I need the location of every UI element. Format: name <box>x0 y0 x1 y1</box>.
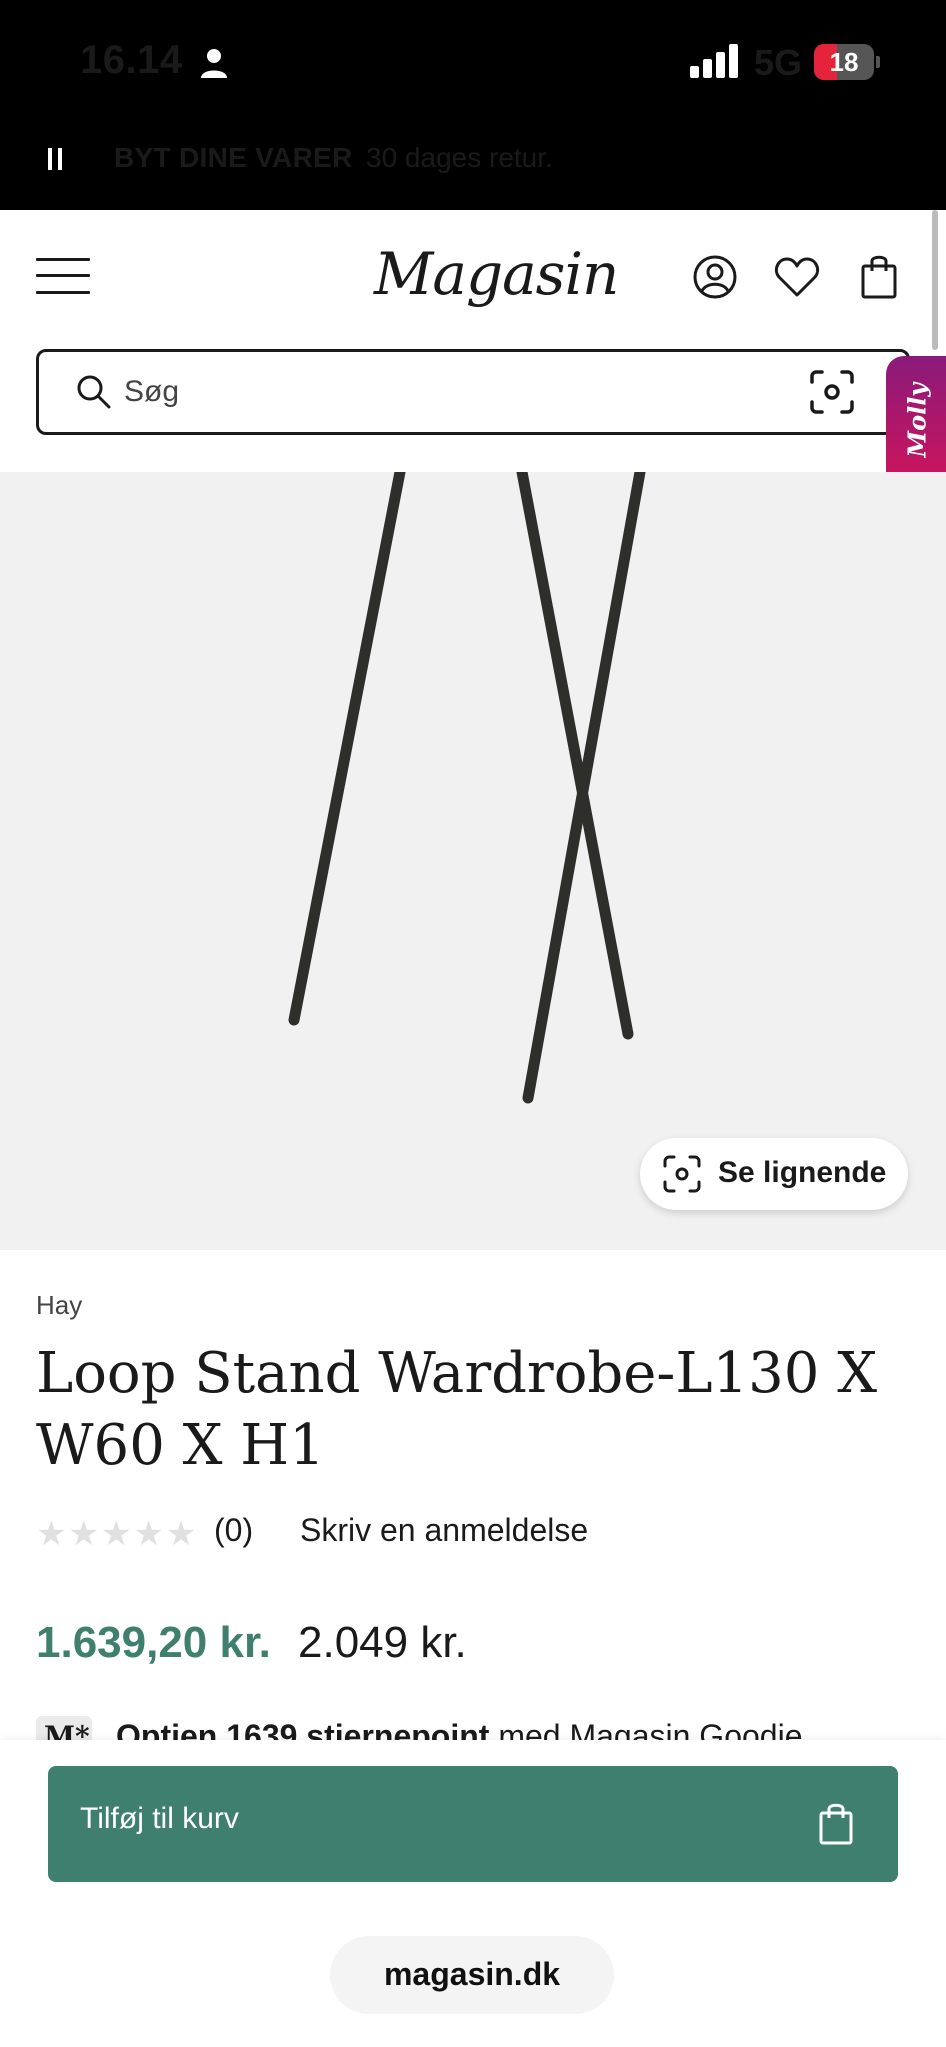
promo-title[interactable]: BYT DINE VARER <box>114 142 353 174</box>
loyalty-points-row: M* Optjen 1639 stjernepoint med Magasin … <box>0 1716 946 1740</box>
menu-icon[interactable] <box>36 256 90 296</box>
rating-stars[interactable]: ★★★★★ <box>36 1514 198 1554</box>
battery-percent: 18 <box>829 47 859 77</box>
product-brand[interactable]: Hay <box>36 1290 82 1321</box>
battery-icon: 18 <box>814 44 880 80</box>
pause-icon[interactable] <box>48 148 62 170</box>
search-input[interactable] <box>122 372 762 412</box>
add-to-cart-label[interactable]: Tilføj til kurv <box>80 1802 239 1836</box>
product-photo <box>288 472 646 1104</box>
promo-subtitle: 30 dages retur. <box>366 142 553 173</box>
search-icon[interactable] <box>76 374 112 410</box>
camera-search-icon[interactable] <box>808 368 856 416</box>
write-review-link[interactable]: Skriv en anmeldelse <box>300 1512 588 1549</box>
site-logo[interactable]: Magasin <box>374 240 619 308</box>
loyalty-points-text: Optjen 1639 stjernepoint med Magasin Goo… <box>116 1718 802 1740</box>
network-type: 5G <box>754 42 803 83</box>
heart-icon[interactable] <box>774 256 820 298</box>
address-bar-url[interactable]: magasin.dk <box>330 1956 614 1993</box>
loyalty-points-amount: Optjen 1639 stjernepoint <box>116 1718 490 1740</box>
loyalty-points-suffix: med Magasin Goodie <box>489 1718 803 1740</box>
review-count: (0) <box>214 1512 254 1548</box>
bag-icon[interactable] <box>818 1800 854 1846</box>
bag-icon[interactable] <box>860 252 898 300</box>
product-image[interactable] <box>0 472 946 1250</box>
see-similar-label[interactable]: Se lignende <box>718 1156 886 1190</box>
original-price: 2.049 kr. <box>298 1618 467 1667</box>
camera-search-icon[interactable] <box>662 1154 702 1194</box>
sale-price: 1.639,20 kr. <box>36 1618 271 1667</box>
product-title: Loop Stand Wardrobe-L130 X W60 X H1 <box>36 1341 878 1478</box>
assistant-label[interactable]: Molly <box>903 383 932 458</box>
scrollbar[interactable] <box>932 210 938 350</box>
person-icon <box>201 49 227 78</box>
signal-icon <box>690 44 738 78</box>
status-time: 16.14 <box>80 38 183 82</box>
magasin-badge-text: M* <box>44 1720 90 1740</box>
account-icon[interactable] <box>692 254 738 300</box>
